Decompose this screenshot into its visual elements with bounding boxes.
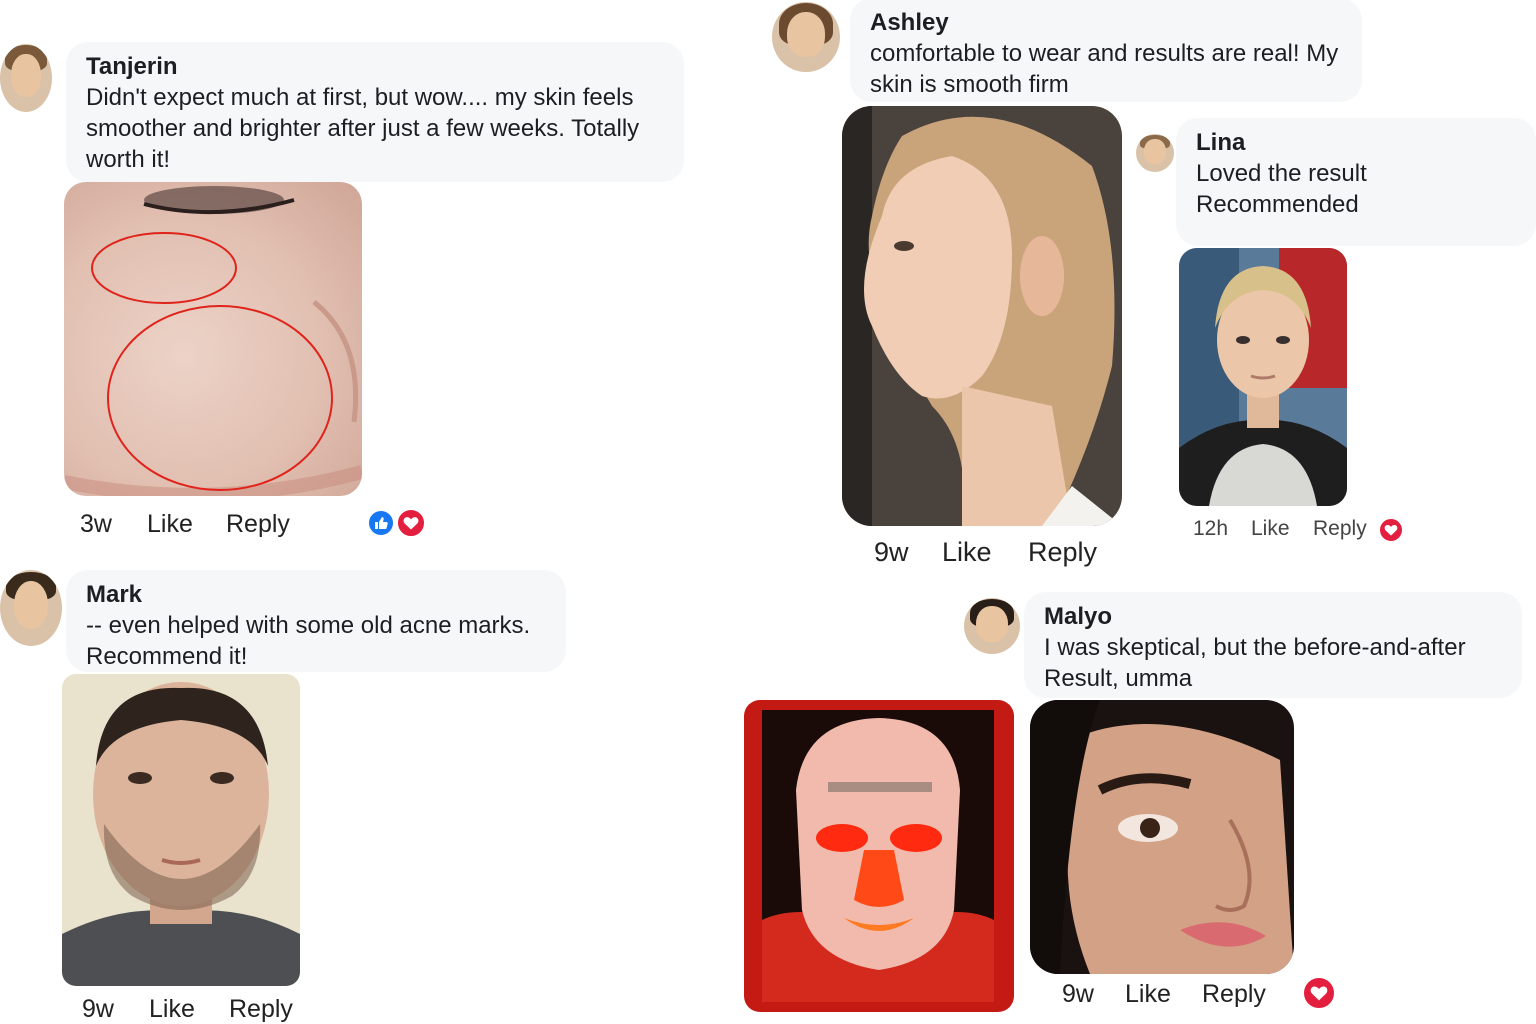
comment-photo-woman-profile[interactable] bbox=[842, 106, 1122, 526]
reply-button[interactable]: Reply bbox=[1202, 980, 1266, 1009]
heart-icon[interactable] bbox=[1302, 976, 1336, 1010]
like-button[interactable]: Like bbox=[149, 995, 195, 1024]
profile-graphic bbox=[842, 106, 1122, 526]
like-button[interactable]: Like bbox=[1125, 980, 1171, 1009]
like-button[interactable]: Like bbox=[1251, 517, 1290, 541]
comment-timestamp: 9w bbox=[82, 995, 114, 1023]
portrait-graphic bbox=[62, 682, 300, 986]
avatar[interactable] bbox=[1136, 134, 1174, 172]
skin-annotation-graphic bbox=[64, 186, 362, 496]
comment-photo-man-portrait[interactable] bbox=[62, 674, 300, 986]
like-button[interactable]: Like bbox=[147, 510, 193, 539]
avatar[interactable] bbox=[772, 2, 840, 72]
comment-author[interactable]: Mark bbox=[86, 580, 546, 610]
reply-button[interactable]: Reply bbox=[1028, 537, 1097, 568]
comment-author[interactable]: Ashley bbox=[870, 8, 1342, 38]
reply-button[interactable]: Reply bbox=[1313, 517, 1367, 541]
heart-icon bbox=[396, 508, 426, 538]
comment-timestamp: 12h bbox=[1193, 517, 1229, 540]
comment-timestamp: 3w bbox=[80, 510, 112, 538]
comment-timestamp: 9w bbox=[874, 537, 909, 567]
reply-button[interactable]: Reply bbox=[229, 995, 293, 1024]
avatar[interactable] bbox=[964, 598, 1020, 654]
avatar[interactable] bbox=[0, 44, 52, 112]
comment-text: I was skeptical, but the before-and-afte… bbox=[1044, 634, 1466, 692]
comment-timestamp: 9w bbox=[1062, 980, 1094, 1008]
closeup-graphic bbox=[1030, 700, 1294, 974]
like-button[interactable]: Like bbox=[942, 537, 992, 568]
selfie-graphic bbox=[1179, 248, 1347, 506]
comment-bubble: Mark -- even helped with some old acne m… bbox=[66, 570, 566, 672]
comment-author[interactable]: Tanjerin bbox=[86, 52, 664, 82]
comment-bubble: Lina Loved the result Recommended bbox=[1176, 118, 1536, 246]
comment-photo-skin-closeup[interactable] bbox=[64, 182, 362, 496]
avatar[interactable] bbox=[0, 570, 62, 646]
led-mask-graphic bbox=[762, 710, 994, 1002]
comment-text: -- even helped with some old acne marks.… bbox=[86, 612, 531, 670]
comment-photo-woman-closeup[interactable] bbox=[1030, 700, 1294, 974]
reply-button[interactable]: Reply bbox=[226, 510, 290, 539]
comment-text-line-2: Recommended bbox=[1196, 191, 1359, 218]
comment-bubble: Malyo I was skeptical, but the before-an… bbox=[1024, 592, 1522, 698]
comment-photo-girl-selfie[interactable] bbox=[1179, 248, 1347, 506]
comment-bubble: Ashley comfortable to wear and results a… bbox=[850, 0, 1362, 102]
comment-text: comfortable to wear and results are real… bbox=[870, 40, 1339, 98]
comment-bubble: Tanjerin Didn't expect much at first, bu… bbox=[66, 42, 684, 182]
comment-author[interactable]: Malyo bbox=[1044, 602, 1502, 632]
comment-text: Didn't expect much at first, but wow....… bbox=[86, 84, 640, 173]
comment-photo-red-light-mask[interactable] bbox=[744, 700, 1014, 1012]
comment-text-line-1: Loved the result bbox=[1196, 160, 1367, 187]
comment-author[interactable]: Lina bbox=[1196, 128, 1516, 158]
heart-icon[interactable] bbox=[1378, 517, 1404, 543]
thumbs-up-icon bbox=[367, 509, 395, 537]
